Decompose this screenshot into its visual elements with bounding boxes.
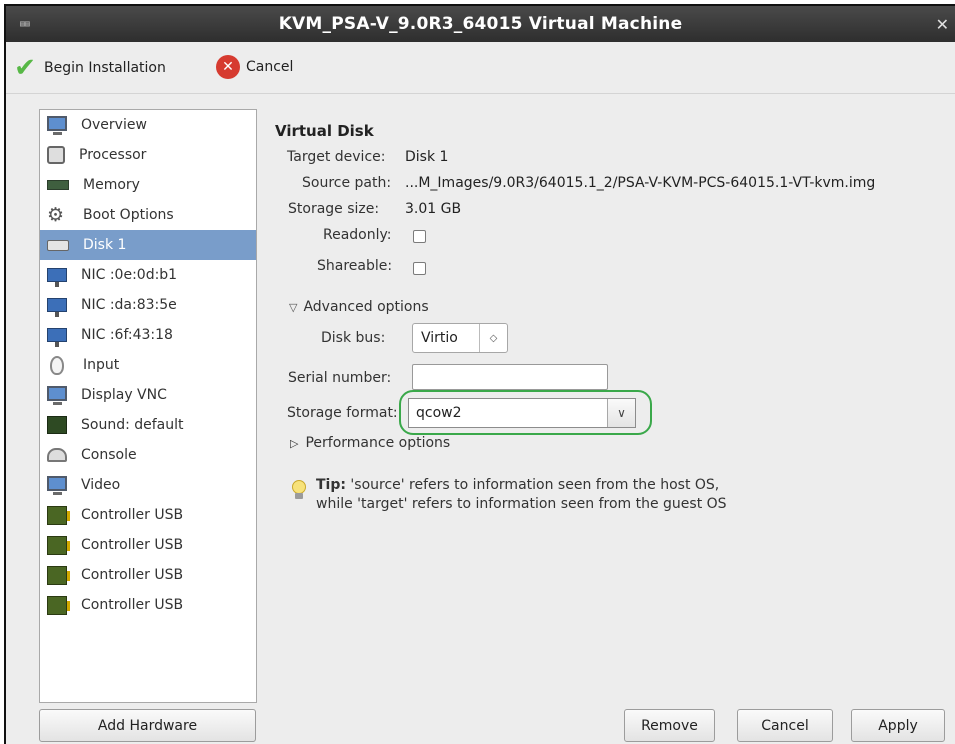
advanced-options-expander[interactable]: ▽ Advanced options — [289, 299, 429, 315]
sidebar-item-label: NIC :da:83:5e — [81, 297, 177, 313]
sidebar-item-label: Controller USB — [81, 567, 184, 583]
disk-icon — [47, 239, 69, 251]
sidebar-item-nic-2[interactable]: NIC :da:83:5e — [40, 290, 256, 320]
lightbulb-icon — [291, 480, 307, 500]
sidebar-item-input[interactable]: Input — [40, 350, 256, 380]
tip-text: Tip: 'source' refers to information seen… — [316, 476, 727, 514]
sidebar-item-label: Sound: default — [81, 417, 184, 433]
cancel-icon: ✕ — [216, 55, 240, 79]
serial-number-input[interactable] — [412, 364, 608, 390]
storage-format-value: qcow2 — [416, 405, 462, 421]
sidebar-item-display-vnc[interactable]: Display VNC — [40, 380, 256, 410]
up-down-arrows-icon: ◇ — [478, 324, 507, 352]
sidebar-item-sound[interactable]: Sound: default — [40, 410, 256, 440]
tip-label: Tip: — [316, 477, 346, 493]
vm-details-window: ▤▤ KVM_PSA-V_9.0R3_64015 Virtual Machine… — [4, 4, 955, 744]
sidebar-item-label: Input — [83, 357, 120, 373]
shareable-label: Shareable: — [317, 258, 393, 274]
sidebar-item-label: Memory — [83, 177, 140, 193]
begin-installation-button[interactable]: ✔ Begin Installation — [12, 55, 166, 81]
sidebar-item-label: Disk 1 — [83, 237, 127, 253]
storage-format-combo[interactable]: qcow2 ∨ — [408, 398, 636, 428]
section-title: Virtual Disk — [275, 122, 374, 140]
memory-icon — [47, 180, 69, 190]
disk-bus-select[interactable]: Virtio ◇ — [412, 323, 508, 353]
apply-button[interactable]: Apply — [851, 709, 945, 742]
hardware-list: Overview Processor Memory ⚙ Boot Options… — [39, 109, 257, 703]
source-path-label: Source path: — [302, 175, 392, 191]
storage-size-value: 3.01 GB — [405, 201, 462, 217]
sidebar-item-disk-1[interactable]: Disk 1 — [40, 230, 256, 260]
sidebar-item-label: NIC :6f:43:18 — [81, 327, 173, 343]
storage-format-label: Storage format: — [287, 405, 398, 421]
network-icon — [47, 268, 67, 287]
network-icon — [47, 298, 67, 317]
sidebar-item-label: Video — [81, 477, 121, 493]
cancel-installation-label: Cancel — [246, 59, 294, 75]
sidebar-item-controller-usb-2[interactable]: Controller USB — [40, 530, 256, 560]
sidebar-item-label: Processor — [79, 147, 147, 163]
network-icon — [47, 328, 67, 347]
readonly-checkbox[interactable] — [413, 230, 426, 243]
sidebar-item-controller-usb-1[interactable]: Controller USB — [40, 500, 256, 530]
sidebar-item-boot-options[interactable]: ⚙ Boot Options — [40, 200, 256, 230]
sidebar-item-label: Boot Options — [83, 207, 174, 223]
monitor-icon — [47, 385, 67, 405]
sidebar-item-nic-3[interactable]: NIC :6f:43:18 — [40, 320, 256, 350]
sidebar-item-processor[interactable]: Processor — [40, 140, 256, 170]
target-device-label: Target device: — [287, 149, 386, 165]
serial-number-label: Serial number: — [288, 370, 392, 386]
title-bar: ▤▤ KVM_PSA-V_9.0R3_64015 Virtual Machine… — [6, 6, 955, 42]
expander-right-icon: ▷ — [290, 437, 299, 450]
console-icon — [47, 448, 67, 462]
sound-icon — [47, 416, 67, 434]
checkmark-icon: ✔ — [14, 53, 36, 83]
mouse-icon — [50, 355, 64, 375]
controller-icon — [47, 535, 70, 555]
sidebar-item-label: Console — [81, 447, 137, 463]
toolbar: ✔ Begin Installation ✕ Cancel — [6, 42, 955, 94]
sidebar-item-controller-usb-3[interactable]: Controller USB — [40, 560, 256, 590]
cancel-button[interactable]: Cancel — [737, 709, 833, 742]
close-icon[interactable]: ✕ — [936, 15, 949, 34]
cancel-installation-button[interactable]: ✕ Cancel — [216, 55, 293, 79]
performance-options-label: Performance options — [305, 435, 451, 451]
tip-line-1: 'source' refers to information seen from… — [350, 477, 720, 493]
gears-icon: ⚙ — [47, 204, 65, 226]
source-path-value: ...M_Images/9.0R3/64015.1_2/PSA-V-KVM-PC… — [405, 175, 876, 191]
readonly-label: Readonly: — [323, 227, 392, 243]
sidebar-item-label: Controller USB — [81, 537, 184, 553]
sidebar-item-memory[interactable]: Memory — [40, 170, 256, 200]
sidebar-item-label: Display VNC — [81, 387, 167, 403]
sidebar-item-console[interactable]: Console — [40, 440, 256, 470]
add-hardware-button[interactable]: Add Hardware — [39, 709, 256, 742]
sidebar-item-video[interactable]: Video — [40, 470, 256, 500]
begin-installation-label: Begin Installation — [44, 60, 166, 76]
sidebar-item-controller-usb-4[interactable]: Controller USB — [40, 590, 256, 620]
target-device-value: Disk 1 — [405, 149, 449, 165]
controller-icon — [47, 505, 70, 525]
chevron-down-icon[interactable]: ∨ — [607, 399, 635, 427]
advanced-options-label: Advanced options — [303, 299, 429, 315]
sidebar-item-nic-1[interactable]: NIC :0e:0d:b1 — [40, 260, 256, 290]
expander-down-icon: ▽ — [289, 301, 298, 314]
monitor-icon — [47, 475, 67, 495]
disk-bus-label: Disk bus: — [321, 330, 386, 346]
storage-size-label: Storage size: — [288, 201, 380, 217]
sidebar-item-label: Overview — [81, 117, 147, 133]
remove-button[interactable]: Remove — [624, 709, 715, 742]
controller-icon — [47, 595, 70, 615]
sidebar-item-label: Controller USB — [81, 597, 184, 613]
monitor-icon — [47, 115, 67, 135]
sidebar-item-label: Controller USB — [81, 507, 184, 523]
sidebar-item-label: NIC :0e:0d:b1 — [81, 267, 178, 283]
controller-icon — [47, 565, 70, 585]
processor-icon — [47, 146, 65, 164]
window-title: KVM_PSA-V_9.0R3_64015 Virtual Machine — [278, 14, 683, 34]
performance-options-expander[interactable]: ▷ Performance options — [290, 435, 450, 451]
tip-line-2: while 'target' refers to information see… — [316, 496, 727, 512]
shareable-checkbox[interactable] — [413, 262, 426, 275]
disk-bus-value: Virtio — [421, 330, 458, 346]
sidebar-item-overview[interactable]: Overview — [40, 110, 256, 140]
